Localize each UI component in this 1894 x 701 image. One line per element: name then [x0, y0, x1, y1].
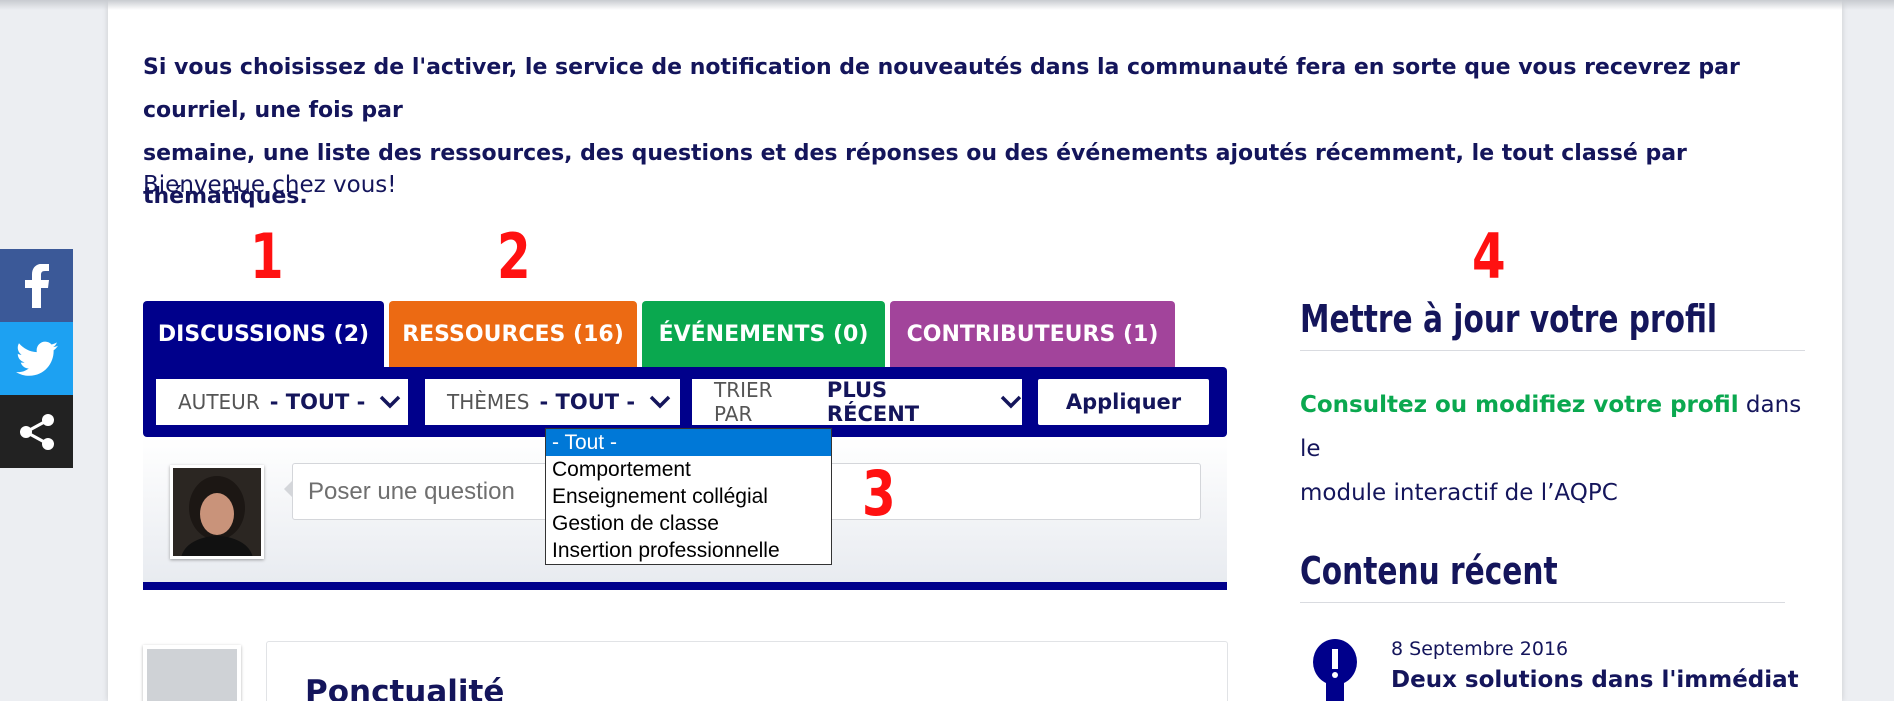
tab-discussions[interactable]: DISCUSSIONS (2) [143, 301, 384, 367]
themes-dropdown-list: - Tout - Comportement Enseignement collé… [545, 428, 832, 565]
themes-filter-label: THÈMES [447, 390, 530, 414]
dropdown-option[interactable]: Enseignement collégial [546, 483, 831, 510]
sort-filter-label: TRIER PAR [714, 378, 773, 426]
dropdown-option[interactable]: Gestion de classe [546, 510, 831, 537]
chevron-down-icon [380, 395, 401, 409]
dropdown-option[interactable]: - Tout - [546, 429, 831, 456]
profile-text: Consultez ou modifiez votre profil dans … [1300, 383, 1810, 515]
tab-ressources[interactable]: RESSOURCES (16) [389, 301, 637, 367]
top-shadow [0, 0, 1894, 10]
profile-link[interactable]: Consultez ou modifiez votre profil [1300, 392, 1739, 418]
author-filter-value: - TOUT - [269, 390, 366, 414]
share-icon [19, 413, 54, 450]
recent-heading: Contenu récent [1300, 549, 1558, 593]
author-filter-label: AUTEUR [178, 390, 260, 414]
profile-heading: Mettre à jour votre profil [1300, 297, 1718, 341]
apply-button[interactable]: Appliquer [1038, 379, 1209, 425]
share-button[interactable] [0, 395, 73, 468]
sort-filter-select[interactable]: TRIER PAR PLUS RÉCENT [692, 378, 1022, 426]
avatar [170, 465, 264, 559]
recent-divider [1300, 602, 1785, 603]
post-title[interactable]: Ponctualité [305, 674, 504, 701]
profile-divider [1300, 350, 1805, 351]
sort-filter-value: PLUS RÉCENT [826, 378, 920, 426]
lightbulb-icon [1311, 638, 1359, 701]
profile-text-2: module interactif de l’AQPC [1300, 480, 1618, 506]
post-card[interactable]: Ponctualité [266, 641, 1228, 701]
dropdown-option[interactable]: Insertion professionnelle [546, 537, 831, 564]
chevron-down-icon [649, 395, 671, 409]
tab-evenements[interactable]: ÉVÉNEMENTS (0) [642, 301, 885, 367]
chevron-down-icon [1000, 395, 1022, 409]
twitter-share-button[interactable] [0, 322, 73, 395]
post-thumbnail [143, 645, 241, 701]
content-tabs: DISCUSSIONS (2) RESSOURCES (16) ÉVÉNEMEN… [143, 301, 1180, 367]
author-filter-select[interactable]: AUTEUR - TOUT - [156, 379, 408, 425]
filter-bar: AUTEUR - TOUT - THÈMES - TOUT - TRIER PA… [143, 367, 1227, 437]
input-notch [284, 481, 292, 497]
annotation-4: 4 [1472, 220, 1506, 293]
intro-line-1: Si vous choisissez de l'activer, le serv… [143, 55, 1740, 123]
themes-filter-select[interactable]: THÈMES - TOUT - [425, 379, 680, 425]
facebook-icon [24, 263, 49, 308]
twitter-icon [15, 341, 58, 376]
annotation-3: 3 [862, 457, 896, 530]
recent-item-title[interactable]: Deux solutions dans l'immédiat [1391, 667, 1799, 693]
annotation-1: 1 [250, 220, 284, 293]
welcome-text: Bienvenue chez vous! [143, 172, 397, 198]
themes-filter-value: - TOUT - [539, 390, 636, 414]
recent-item-date: 8 Septembre 2016 [1391, 638, 1569, 660]
facebook-share-button[interactable] [0, 249, 73, 322]
tab-contributeurs[interactable]: CONTRIBUTEURS (1) [890, 301, 1175, 367]
annotation-2: 2 [497, 220, 531, 293]
dropdown-option[interactable]: Comportement [546, 456, 831, 483]
